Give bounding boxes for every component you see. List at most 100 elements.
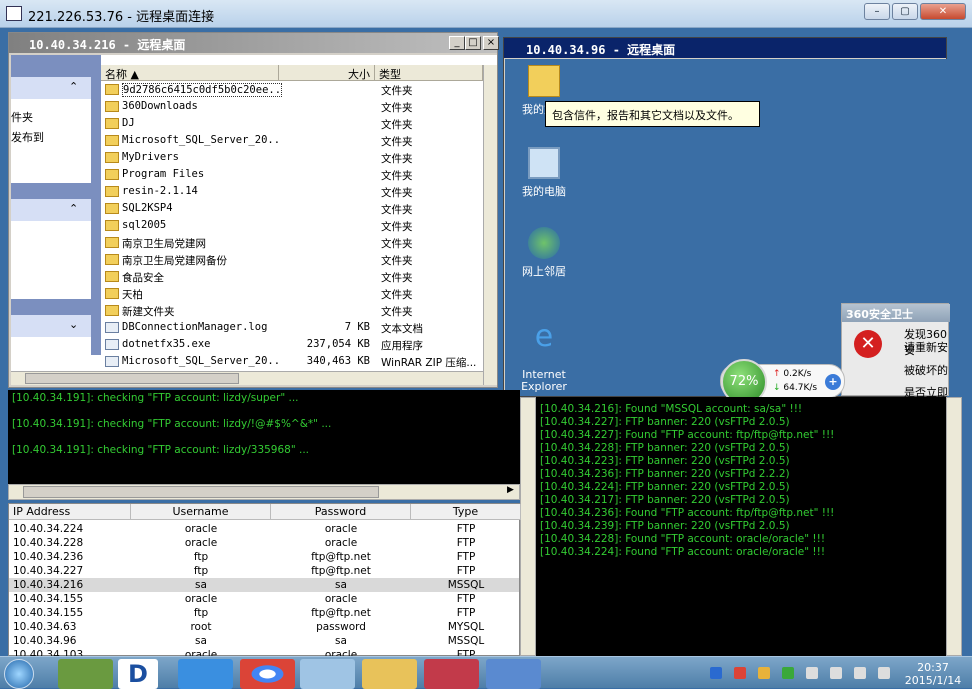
table-row[interactable]: 10.40.34.228 oracle oracle FTP bbox=[9, 536, 519, 550]
file-list-scrollbar[interactable] bbox=[483, 65, 497, 385]
column-type-header[interactable]: 类型 bbox=[375, 65, 483, 81]
chrome-taskbar-icon[interactable] bbox=[240, 659, 295, 689]
file-name: SQL2KSP4 bbox=[122, 202, 173, 214]
d-app-taskbar-icon[interactable]: D bbox=[118, 659, 158, 689]
table-row[interactable]: 10.40.34.236 ftp ftp@ftp.net FTP bbox=[9, 550, 519, 564]
file-row[interactable]: sql2005 文件夹 bbox=[103, 217, 483, 234]
close-button[interactable]: ✕ bbox=[920, 3, 966, 20]
table-row[interactable]: 10.40.34.155 ftp ftp@ftp.net FTP bbox=[9, 606, 519, 620]
column-password-header[interactable]: Password bbox=[271, 504, 411, 520]
start-button[interactable] bbox=[4, 659, 34, 689]
file-row[interactable]: dotnetfx35.exe 237,054 KB 应用程序 bbox=[103, 336, 483, 353]
task-header-2[interactable]: ⌃ bbox=[11, 199, 91, 221]
right-console-scrollbar[interactable] bbox=[520, 397, 536, 656]
computer-icon bbox=[528, 147, 560, 179]
folder-icon bbox=[105, 169, 119, 180]
360-tray-icon[interactable] bbox=[782, 667, 794, 679]
accelerate-button[interactable]: + bbox=[825, 374, 841, 390]
right-console-vscrollbar[interactable] bbox=[946, 397, 962, 656]
taskbar: D 20:37 2015/1/14 bbox=[0, 656, 972, 689]
task-link-folder[interactable]: 件夹 bbox=[11, 109, 33, 125]
console-scroll-thumb[interactable] bbox=[23, 486, 379, 498]
file-row[interactable]: 食品安全 文件夹 bbox=[103, 268, 483, 285]
bluetooth-icon[interactable] bbox=[710, 667, 722, 679]
explorer-maximize-button[interactable]: □ bbox=[465, 36, 481, 50]
username-cell: oracle bbox=[184, 593, 218, 605]
username-cell: ftp bbox=[193, 565, 209, 577]
table-row[interactable]: 10.40.34.96 sa sa MSSQL bbox=[9, 634, 519, 648]
bird-taskbar-icon[interactable] bbox=[178, 659, 233, 689]
scroll-right-arrow[interactable]: ▶ bbox=[507, 485, 514, 495]
table-row[interactable]: 10.40.34.155 oracle oracle FTP bbox=[9, 592, 519, 606]
security-tray-icon[interactable] bbox=[758, 667, 770, 679]
column-ip-header[interactable]: IP Address bbox=[9, 504, 131, 520]
file-row[interactable]: DBConnectionManager.log 7 KB 文本文档 bbox=[103, 319, 483, 336]
file-row[interactable]: 南京卫生局党建网备份 文件夹 bbox=[103, 251, 483, 268]
usb-icon[interactable] bbox=[854, 667, 866, 679]
file-type: 文件夹 bbox=[381, 255, 413, 267]
explorer-hscrollbar[interactable] bbox=[11, 371, 483, 385]
type-cell: FTP bbox=[456, 593, 476, 605]
explorer-minimize-button[interactable]: _ bbox=[449, 36, 465, 50]
ip-cell: 10.40.34.228 bbox=[13, 537, 84, 549]
folder-icon bbox=[105, 305, 119, 316]
desktop-icon-label: 我的电脑 bbox=[522, 185, 566, 198]
file-row[interactable]: 天柏 文件夹 bbox=[103, 285, 483, 302]
console-hscrollbar[interactable]: ▶ bbox=[8, 484, 520, 500]
column-username-header[interactable]: Username bbox=[131, 504, 271, 520]
explorer-close-button[interactable]: × bbox=[483, 36, 499, 50]
console-line: [10.40.34.236]: FTP banner: 220 (vsFTPd … bbox=[540, 468, 790, 480]
console-line: [10.40.34.217]: FTP banner: 220 (vsFTPd … bbox=[540, 494, 790, 506]
remote-desktop-taskbar-icon[interactable] bbox=[486, 659, 541, 689]
volume-icon[interactable] bbox=[806, 667, 818, 679]
file-row[interactable]: Microsoft_SQL_Server_20... 340,463 KB WinR… bbox=[103, 353, 483, 370]
file-row[interactable]: resin-2.1.14 文件夹 bbox=[103, 183, 483, 200]
table-row[interactable]: 10.40.34.224 oracle oracle FTP bbox=[9, 522, 519, 536]
file-row[interactable]: 新建文件夹 文件夹 bbox=[103, 302, 483, 319]
notepad-taskbar-icon[interactable] bbox=[300, 659, 355, 689]
file-type: 文件夹 bbox=[381, 221, 413, 233]
chrome-tray-icon[interactable] bbox=[734, 667, 746, 679]
error-icon: ✕ bbox=[854, 330, 882, 358]
task-header-3[interactable]: ⌄ bbox=[11, 315, 91, 337]
flag-icon[interactable] bbox=[878, 667, 890, 679]
file-row[interactable]: MyDrivers 文件夹 bbox=[103, 149, 483, 166]
minimize-button[interactable]: – bbox=[864, 3, 890, 20]
file-row[interactable]: SQL2KSP4 文件夹 bbox=[103, 200, 483, 217]
file-row[interactable]: 9d2786c6415c0df5b0c20ee... 文件夹 bbox=[103, 81, 483, 98]
folder-icon bbox=[105, 135, 119, 146]
hscroll-thumb[interactable] bbox=[25, 373, 239, 384]
rdp-app-icon bbox=[6, 6, 22, 21]
table-row[interactable]: 10.40.34.216 sa sa MSSQL bbox=[9, 578, 519, 592]
rdp-title: 221.226.53.76 - 远程桌面连接 bbox=[28, 10, 215, 25]
file-row[interactable]: Microsoft_SQL_Server_20... 文件夹 bbox=[103, 132, 483, 149]
task-header-1[interactable]: ⌃ bbox=[11, 77, 91, 99]
file-size: 7 KB bbox=[344, 321, 370, 333]
file-row[interactable]: Program Files 文件夹 bbox=[103, 166, 483, 183]
left-console: [10.40.34.191]: checking "FTP account: l… bbox=[8, 390, 520, 484]
column-type-header[interactable]: Type bbox=[411, 504, 521, 520]
security-popup[interactable]: 360安全卫士 ✕ 发现360安 请重新安 被破坏的 是否立即 bbox=[841, 303, 950, 399]
maximize-button[interactable]: ▢ bbox=[892, 3, 918, 20]
column-name-header[interactable]: 名称 ▲ bbox=[101, 65, 279, 81]
file-type: 文件夹 bbox=[381, 153, 413, 165]
column-size-header[interactable]: 大小 bbox=[279, 65, 375, 81]
file-row[interactable]: 南京卫生局党建网 文件夹 bbox=[103, 234, 483, 251]
folder-icon bbox=[105, 186, 119, 197]
leaf-taskbar-icon[interactable] bbox=[362, 659, 417, 689]
task-link-publish[interactable]: 发布到 bbox=[11, 129, 44, 145]
table-row[interactable]: 10.40.34.63 root password MYSQL bbox=[9, 620, 519, 634]
ip-cell: 10.40.34.63 bbox=[13, 621, 77, 633]
desktop-icon-network[interactable]: 网上邻居 bbox=[509, 227, 579, 279]
file-name: 新建文件夹 bbox=[122, 306, 175, 318]
task-panel-2 bbox=[11, 221, 91, 299]
desktop-icon-my-computer[interactable]: 我的电脑 bbox=[509, 147, 579, 199]
file-row[interactable]: 360Downloads 文件夹 bbox=[103, 98, 483, 115]
access-taskbar-icon[interactable] bbox=[424, 659, 479, 689]
minecraft-taskbar-icon[interactable] bbox=[58, 659, 113, 689]
table-row[interactable]: 10.40.34.227 ftp ftp@ftp.net FTP bbox=[9, 564, 519, 578]
file-row[interactable]: DJ 文件夹 bbox=[103, 115, 483, 132]
network-tray-icon[interactable] bbox=[830, 667, 842, 679]
clock[interactable]: 20:37 2015/1/14 bbox=[900, 661, 966, 687]
username-cell: ftp bbox=[193, 607, 209, 619]
